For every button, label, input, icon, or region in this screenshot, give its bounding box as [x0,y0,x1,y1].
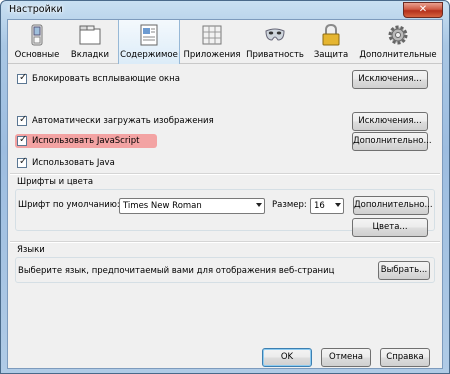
load-images-label: Автоматически загружать изображения [32,116,214,126]
tab-security[interactable]: Защита [308,20,354,64]
tab-label: Защита [313,50,349,60]
dialog-client: Основные Вкладки Содержимое Приложения П… [7,19,443,369]
default-font-select[interactable]: Times New Roman [119,198,265,214]
font-size-value: 16 [314,201,325,211]
applications-icon [202,25,222,45]
javascript-advanced-button[interactable]: Дополнительно... [352,132,432,151]
load-images-option[interactable]: ✓ Автоматически загружать изображения [17,114,214,128]
tab-label: Приложения [183,50,241,60]
tab-privacy[interactable]: Приватность [244,20,306,64]
choose-language-button[interactable]: Выбрать... [378,261,430,280]
tab-content[interactable]: Содержимое [118,20,180,64]
enable-java-label: Использовать Java [32,158,115,168]
content-panel: ✓ Блокировать всплывающие окна Исключени… [8,65,442,368]
tab-tabs[interactable]: Вкладки [64,20,116,64]
help-button[interactable]: Справка [380,348,430,367]
privacy-mask-icon [265,28,285,41]
tab-label: Содержимое [120,50,178,60]
font-size-select[interactable]: 16 [310,198,344,214]
settings-window: Настройки ✕ Основные Вкладки Содержимое … [0,0,450,374]
block-popups-option[interactable]: ✓ Блокировать всплывающие окна [17,72,180,86]
languages-group: Выберите язык, предпочитаемый вами для о… [15,257,435,283]
block-popups-label: Блокировать всплывающие окна [32,74,180,84]
languages-section-title: Языки [17,245,45,255]
tab-label: Дополнительные [359,50,437,60]
chevron-down-icon [335,203,341,207]
checkmark-icon: ✓ [19,72,28,83]
popup-exceptions-button[interactable]: Исключения... [352,70,428,89]
tab-toolbar: Основные Вкладки Содержимое Приложения П… [8,20,442,64]
close-button[interactable]: ✕ [403,2,443,18]
tab-label: Вкладки [70,50,110,60]
tabs-icon [79,25,101,45]
block-popups-checkbox[interactable]: ✓ [17,72,28,84]
lock-icon [322,24,340,46]
fonts-section-title: Шрифты и цвета [17,177,94,187]
switch-icon [31,24,43,46]
tab-label: Приватность [246,50,304,60]
languages-description: Выберите язык, предпочитаемый вами для о… [18,266,335,276]
checkmark-icon: ✓ [19,156,28,167]
enable-java-option[interactable]: ✓ Использовать Java [17,156,115,170]
enable-java-checkbox[interactable]: ✓ [17,156,28,168]
tab-general[interactable]: Основные [12,20,62,64]
content-icon [140,24,158,46]
chevron-down-icon [256,203,262,207]
cancel-button[interactable]: Отмена [321,348,371,367]
colors-button[interactable]: Цвета... [352,218,428,237]
fonts-advanced-button[interactable]: Дополнительно... [353,196,433,215]
checkmark-icon: ✓ [19,114,28,125]
section-divider [10,173,440,175]
enable-javascript-label: Использовать JavaScript [32,136,140,146]
default-font-value: Times New Roman [123,201,202,211]
section-divider [10,241,440,243]
checkmark-icon: ✓ [19,134,28,145]
tab-applications[interactable]: Приложения [182,20,242,64]
load-images-checkbox[interactable]: ✓ [17,114,28,126]
gear-icon [388,25,408,45]
font-size-label: Размер: [272,200,307,210]
enable-javascript-checkbox[interactable]: ✓ [17,134,28,146]
image-exceptions-button[interactable]: Исключения... [352,112,428,131]
title-bar[interactable]: Настройки ✕ [1,1,449,19]
tab-advanced[interactable]: Дополнительные [356,20,440,64]
default-font-label: Шрифт по умолчанию: [18,200,120,210]
window-title: Настройки [9,4,63,15]
ok-button[interactable]: OK [262,348,312,367]
tab-label: Основные [14,50,60,60]
enable-javascript-option[interactable]: ✓ Использовать JavaScript [17,134,139,148]
